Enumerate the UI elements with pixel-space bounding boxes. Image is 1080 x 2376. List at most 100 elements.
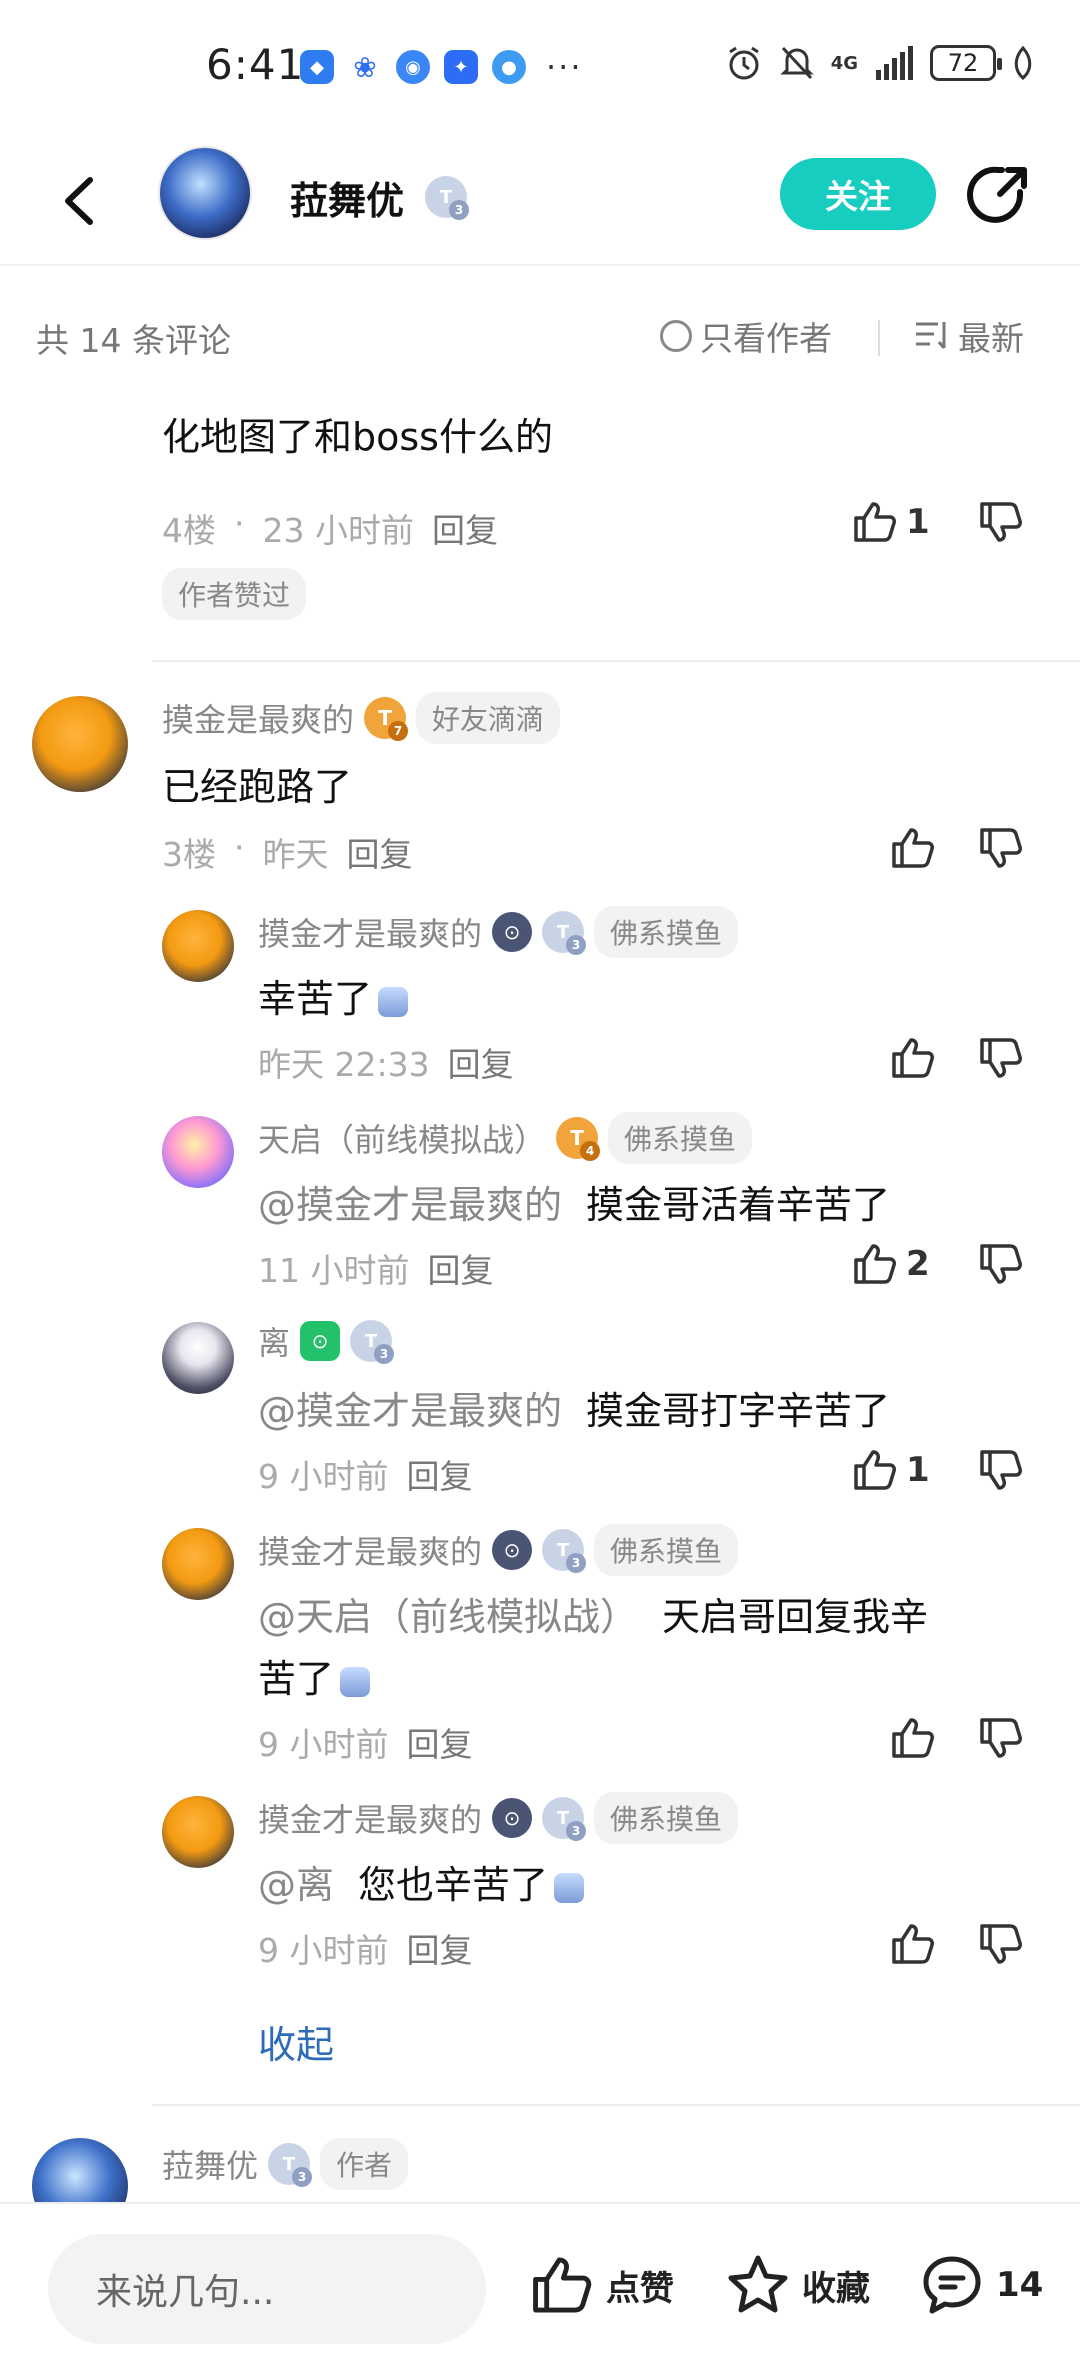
- avatar[interactable]: [162, 1322, 234, 1394]
- comment-floor: 4楼: [162, 511, 216, 550]
- reply-button[interactable]: 回复: [427, 1244, 493, 1292]
- sort-latest-button[interactable]: 最新: [914, 312, 1024, 360]
- status-time: 6:41: [206, 40, 305, 89]
- follow-button[interactable]: 关注: [780, 158, 936, 230]
- radio-icon: [660, 320, 692, 352]
- comment-list[interactable]: 化地图了和boss什么的 4楼 · 23 小时前 回复 1 作者赞过 摸金是最爽…: [0, 382, 1080, 2202]
- commenter-name[interactable]: 离: [258, 1318, 290, 1364]
- only-author-toggle[interactable]: 只看作者: [660, 312, 832, 360]
- avatar[interactable]: [32, 696, 128, 792]
- reply-time: 11 小时前: [258, 1251, 410, 1290]
- reply-author: 摸金才是最爽的 ⊙ T3 佛系摸鱼: [258, 1792, 739, 1844]
- thumbs-up-icon[interactable]: [890, 826, 936, 870]
- reply-button[interactable]: 回复: [347, 828, 413, 876]
- thumbs-up-icon: [854, 1450, 896, 1490]
- thumbs-down-icon[interactable]: [978, 1716, 1024, 1760]
- avatar[interactable]: [162, 1116, 234, 1188]
- thumbs-down-icon[interactable]: [978, 1036, 1024, 1080]
- like-button[interactable]: 1: [852, 500, 930, 544]
- favorite-button[interactable]: 收藏: [726, 2254, 870, 2316]
- thumbs-up-icon[interactable]: [890, 1922, 936, 1966]
- comment-meta: 4楼 · 23 小时前 回复: [162, 504, 498, 552]
- reply-text: @天启（前线模拟战） 天启哥回复我辛: [258, 1586, 928, 1648]
- reply-button[interactable]: 回复: [407, 1718, 473, 1766]
- reply-time: 9 小时前: [258, 1725, 389, 1764]
- level-badge-icon: T4: [556, 1117, 601, 1161]
- thumbs-down-icon[interactable]: [978, 826, 1024, 870]
- thumbs-up-icon[interactable]: [890, 1036, 936, 1080]
- commenter-name[interactable]: 菈舞优: [162, 2141, 258, 2187]
- reply-button[interactable]: 回复: [407, 1450, 473, 1498]
- like-button[interactable]: 2: [852, 1242, 930, 1286]
- mention-link[interactable]: @天启（前线模拟战）: [258, 1595, 638, 1639]
- reply-time: 9 小时前: [258, 1931, 389, 1970]
- thumbs-up-icon: [533, 2257, 592, 2313]
- commenter-name[interactable]: 天启（前线模拟战）: [258, 1115, 546, 1161]
- level-number: 3: [374, 1344, 395, 1364]
- mention-link[interactable]: @摸金才是最爽的: [258, 1389, 562, 1433]
- comment-meta: 3楼 · 昨天 回复: [162, 828, 413, 876]
- status-app-icons: ◆ ❀ ◉ ✦ ● ···: [300, 48, 583, 86]
- avatar[interactable]: [162, 1796, 234, 1868]
- share-icon[interactable]: [966, 162, 1032, 228]
- back-icon[interactable]: [50, 166, 110, 236]
- globe-app-icon: ◉: [396, 50, 430, 84]
- level-badge-icon: T3: [542, 1529, 587, 1573]
- author-avatar[interactable]: [158, 146, 252, 240]
- mention-link[interactable]: @摸金才是最爽的: [258, 1183, 562, 1227]
- reply-text-line2: 苦了: [258, 1648, 371, 1710]
- avatar[interactable]: [32, 2138, 128, 2202]
- gamepad-icon: ⊙: [300, 1321, 341, 1361]
- level-badge-icon: T3: [425, 176, 469, 220]
- reply-meta: 11 小时前 回复: [258, 1244, 493, 1292]
- reply-button[interactable]: 回复: [407, 1924, 473, 1972]
- signal-icon: [876, 46, 913, 80]
- thumbs-down-icon[interactable]: [978, 1922, 1024, 1966]
- shield-app-icon: ◆: [300, 50, 334, 84]
- commenter: 菈舞优 T3 作者: [162, 2138, 409, 2190]
- avatar[interactable]: [162, 1528, 234, 1600]
- mention-link[interactable]: @离: [258, 1863, 334, 1907]
- reply-meta: 昨天 22:33 回复: [258, 1038, 514, 1086]
- alarm-icon: [728, 46, 759, 80]
- level-badge-icon: T3: [350, 1320, 395, 1364]
- reply-button[interactable]: 回复: [448, 1038, 514, 1086]
- author-name[interactable]: 菈舞优: [290, 170, 404, 225]
- like-count: 2: [906, 1244, 930, 1284]
- collapse-replies-button[interactable]: 收起: [258, 2014, 334, 2069]
- thumbs-down-icon[interactable]: [978, 1242, 1024, 1286]
- reply-text-body: 摸金哥活着辛苦了: [586, 1183, 891, 1227]
- level-number: 7: [388, 721, 409, 741]
- comment-text: 已经跑路了: [162, 765, 353, 809]
- like-post-button[interactable]: 点赞: [530, 2254, 674, 2316]
- author-tag: 作者: [320, 2138, 409, 2190]
- commenter-name[interactable]: 摸金才是最爽的: [258, 909, 482, 955]
- reply-button[interactable]: 回复: [432, 504, 498, 552]
- paw-app-icon: ❀: [348, 50, 382, 84]
- level-number: 3: [292, 2167, 313, 2187]
- thumbs-down-icon[interactable]: [978, 500, 1024, 544]
- level-badge-icon: T3: [542, 1797, 587, 1841]
- thumbs-up-icon[interactable]: [890, 1716, 936, 1760]
- comments-button[interactable]: 14: [920, 2254, 1043, 2316]
- praying-hands-emoji-icon: [378, 986, 409, 1017]
- like-button[interactable]: 1: [852, 1448, 930, 1492]
- praying-hands-emoji-icon: [554, 1872, 585, 1903]
- top-bar: 菈舞优 T3 关注: [0, 136, 1080, 266]
- commenter-name[interactable]: 摸金才是最爽的: [258, 1527, 482, 1573]
- comment-text-clipped: [162, 382, 1042, 390]
- level-number: 3: [449, 200, 469, 220]
- comment-floor: 3楼: [162, 835, 216, 874]
- comment-sort-bar: 共 14 条评论 只看作者 最新: [0, 296, 1080, 382]
- avatar[interactable]: [162, 910, 234, 982]
- battery-icon: 72: [930, 45, 1002, 81]
- comment-count: 共 14 条评论: [36, 321, 231, 360]
- commenter-name[interactable]: 摸金是最爽的: [162, 695, 354, 741]
- comment-time: 23 小时前: [262, 511, 414, 550]
- comment-input[interactable]: 来说几句...: [48, 2234, 486, 2344]
- thumbs-down-icon[interactable]: [978, 1448, 1024, 1492]
- reply-text: 幸苦了: [258, 968, 409, 1030]
- comment-time: 昨天: [262, 835, 329, 874]
- commenter-name[interactable]: 摸金才是最爽的: [258, 1795, 482, 1841]
- level-number: 3: [566, 1553, 587, 1573]
